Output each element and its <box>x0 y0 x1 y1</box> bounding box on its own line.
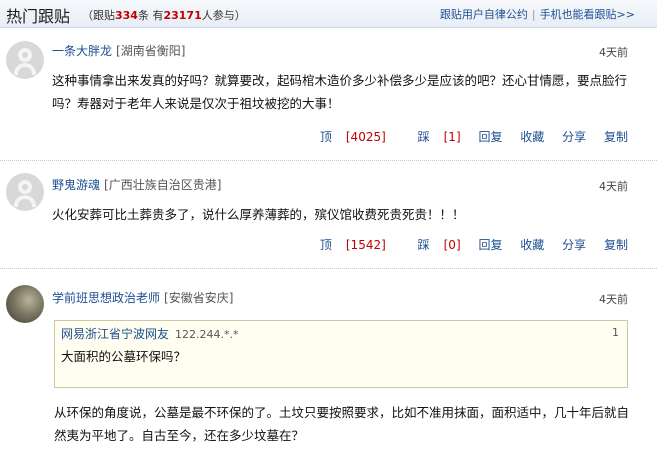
quoted-text: 大面积的公墓环保吗？ <box>61 349 187 364</box>
hot-comments-header: 热门跟贴 （跟贴334条 有23171人参与） 跟贴用户自律公约 | 手机也能看跟贴… <box>0 0 657 28</box>
post-time: 4天前 <box>599 46 628 59</box>
collect-button[interactable]: 收藏 <box>520 130 544 144</box>
user-location: [安徽省安庆] <box>164 291 234 305</box>
username[interactable]: 学前班思想政治老师 [安徽省安庆] <box>52 289 233 306</box>
quoted-ip: 122.244.*.* <box>175 328 239 341</box>
avatar[interactable] <box>6 41 44 79</box>
share-button[interactable]: 分享 <box>562 130 586 144</box>
share-button[interactable]: 分享 <box>562 238 586 252</box>
mobile-view-link[interactable]: 手机也能看跟贴>> <box>540 8 635 21</box>
quoted-comment: 网易浙江省宁波网友 122.244.*.* 1 大面积的公墓环保吗？ <box>54 320 628 388</box>
avatar[interactable] <box>6 173 44 211</box>
comment-stats: （跟贴334条 有23171人参与） <box>82 9 246 22</box>
comment-actions: 顶 [1542] 踩 [0] 回复 收藏 分享 复制 <box>292 236 628 253</box>
avatar[interactable] <box>6 285 44 323</box>
comment-text: 从环保的角度说，公墓是最不环保的了。土坟只要按照要求，比如不准用抹面，面积适中，… <box>54 405 630 443</box>
section-title: 热门跟贴 <box>6 7 71 26</box>
comment-text: 火化安葬可比土葬贵多了，说什么厚养薄葬的，殡仪馆收费死贵死贵！！！ <box>52 207 465 222</box>
upvote-button[interactable]: 顶 [4025] <box>306 130 386 144</box>
post-time: 4天前 <box>599 293 628 306</box>
user-location: [广西壮族自治区贵港] <box>104 178 222 192</box>
username[interactable]: 一条大胖龙 [湖南省衡阳] <box>52 42 185 59</box>
reply-button[interactable]: 回复 <box>478 238 502 252</box>
username[interactable]: 野鬼游魂 [广西壮族自治区贵港] <box>52 176 221 193</box>
post-divider <box>0 160 657 161</box>
user-location: [湖南省衡阳] <box>116 44 186 58</box>
post-divider <box>0 268 657 269</box>
post-time: 4天前 <box>599 180 628 193</box>
reply-count: 334 <box>115 9 138 22</box>
collect-button[interactable]: 收藏 <box>520 238 544 252</box>
participant-count: 23171 <box>163 9 202 22</box>
quote-floor-number: 1 <box>612 326 619 339</box>
comment-text: 这种事情拿出来发真的好吗？就算要改，起码棺木造价多少补偿多少是应该的吧？还心甘情… <box>52 73 628 111</box>
comment-actions: 顶 [4025] 踩 [1] 回复 收藏 分享 复制 <box>292 128 628 145</box>
link-separator: | <box>531 8 536 21</box>
quoted-username[interactable]: 网易浙江省宁波网友 122.244.*.* <box>61 325 239 342</box>
reply-button[interactable]: 回复 <box>478 130 502 144</box>
downvote-button[interactable]: 踩 [1] <box>404 130 461 144</box>
copy-button[interactable]: 复制 <box>604 130 628 144</box>
copy-button[interactable]: 复制 <box>604 238 628 252</box>
user-convention-link[interactable]: 跟贴用户自律公约 <box>440 8 528 21</box>
downvote-button[interactable]: 踩 [0] <box>404 238 461 252</box>
upvote-button[interactable]: 顶 [1542] <box>306 238 386 252</box>
